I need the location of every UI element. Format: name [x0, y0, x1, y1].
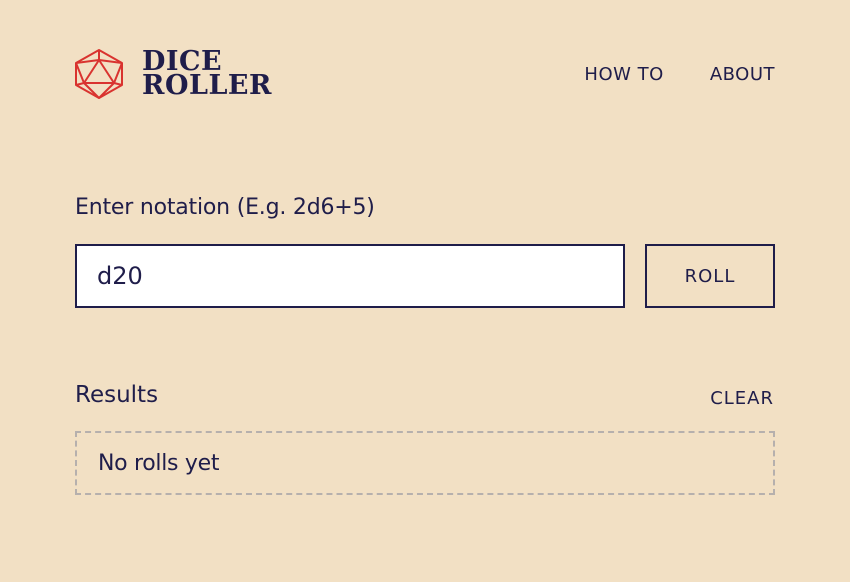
nav-about[interactable]: ABOUT — [710, 64, 775, 85]
main-nav: HOW TO ABOUT — [584, 64, 775, 85]
notation-label: Enter notation (E.g. 2d6+5) — [75, 195, 375, 220]
roll-button[interactable]: ROLL — [645, 244, 775, 308]
notation-input[interactable] — [75, 244, 625, 308]
nav-how-to[interactable]: HOW TO — [584, 64, 663, 85]
results-box: No rolls yet — [75, 431, 775, 495]
logo-line-2: ROLLER — [142, 70, 272, 101]
logo-link[interactable]: DICE ROLLER — [70, 48, 272, 100]
results-title: Results — [75, 382, 159, 408]
header: DICE ROLLER HOW TO ABOUT — [70, 48, 775, 104]
d20-icon — [70, 48, 128, 100]
clear-button[interactable]: CLEAR — [710, 388, 774, 409]
empty-results-text: No rolls yet — [98, 450, 220, 476]
logo-text: DICE ROLLER — [142, 48, 272, 101]
